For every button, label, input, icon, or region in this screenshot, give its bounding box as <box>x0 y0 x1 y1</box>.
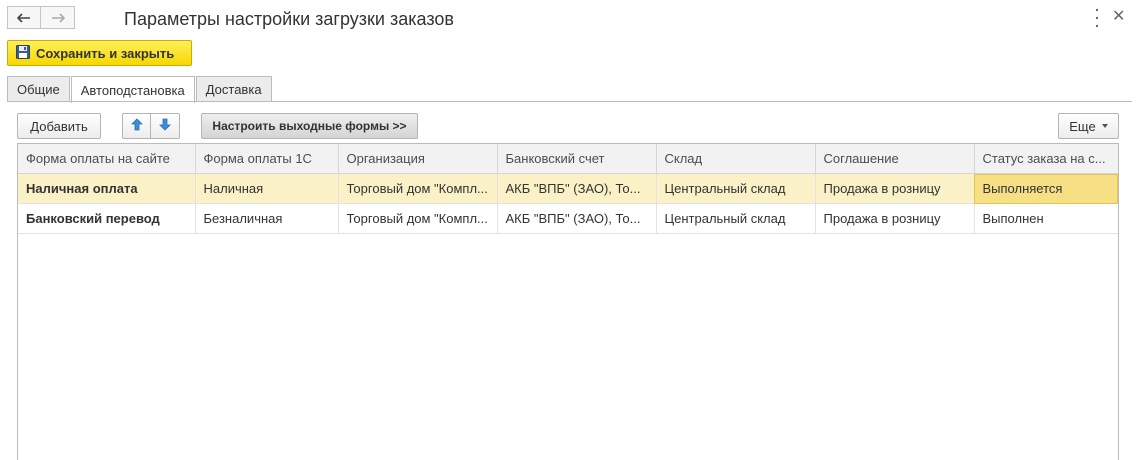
arrow-up-icon <box>130 118 143 134</box>
table-cell[interactable]: Наличная оплата <box>18 173 196 204</box>
table-cell[interactable]: Продажа в розницу <box>815 203 975 234</box>
add-button[interactable]: Добавить <box>17 113 101 139</box>
close-icon[interactable]: ✕ <box>1112 8 1125 26</box>
settings-table: Форма оплаты на сайте Форма оплаты 1С Ор… <box>17 143 1119 460</box>
table-row[interactable]: Банковский перевод Безналичная Торговый … <box>18 203 1118 234</box>
move-down-button[interactable] <box>150 113 180 139</box>
more-label: Еще <box>1069 118 1096 134</box>
chevron-down-icon <box>1101 124 1108 128</box>
table-cell[interactable]: Торговый дом "Компл... <box>338 203 498 234</box>
table-cell[interactable]: Выполнен <box>974 203 1118 234</box>
table-cell[interactable]: Наличная <box>195 173 339 204</box>
back-button[interactable] <box>7 6 41 29</box>
table-cell[interactable]: Банковский перевод <box>18 203 196 234</box>
column-header[interactable]: Организация <box>338 144 498 174</box>
column-header[interactable]: Соглашение <box>815 144 975 174</box>
column-header[interactable]: Форма оплаты 1С <box>195 144 339 174</box>
table-cell[interactable]: Центральный склад <box>656 203 816 234</box>
column-header[interactable]: Форма оплаты на сайте <box>18 144 196 174</box>
move-up-button[interactable] <box>122 113 151 139</box>
forward-button[interactable] <box>41 6 75 29</box>
tab-general[interactable]: Общие <box>7 76 70 102</box>
arrow-right-icon <box>51 12 65 23</box>
arrow-left-icon <box>17 12 31 23</box>
tab-divider <box>7 101 1132 102</box>
column-header[interactable]: Статус заказа на с... <box>974 144 1118 174</box>
tab-bar: Общие Автоподстановка Доставка <box>7 76 273 103</box>
table-cell[interactable]: Безналичная <box>195 203 339 234</box>
table-cell[interactable]: АКБ "ВПБ" (ЗАО), То... <box>497 173 657 204</box>
page-title: Параметры настройки загрузки заказов <box>124 9 454 29</box>
table-cell[interactable]: Торговый дом "Компл... <box>338 173 498 204</box>
arrow-down-icon <box>159 118 171 134</box>
navigation-buttons <box>7 6 75 29</box>
configure-output-forms-button[interactable]: Настроить выходные формы >> <box>201 113 418 139</box>
tab-autosubstitution[interactable]: Автоподстановка <box>70 76 195 103</box>
vertical-dots-icon[interactable] <box>1092 9 1102 27</box>
tab-delivery[interactable]: Доставка <box>195 76 272 102</box>
save-and-close-button[interactable]: Сохранить и закрыть <box>7 40 192 66</box>
table-cell[interactable]: Продажа в розницу <box>815 173 975 204</box>
table-header: Форма оплаты на сайте Форма оплаты 1С Ор… <box>18 144 1118 174</box>
table-cell[interactable]: Центральный склад <box>656 173 816 204</box>
column-header[interactable]: Склад <box>656 144 816 174</box>
floppy-disk-icon <box>16 44 30 62</box>
table-cell[interactable]: АКБ "ВПБ" (ЗАО), То... <box>497 203 657 234</box>
column-header[interactable]: Банковский счет <box>497 144 657 174</box>
more-menu-button[interactable]: Еще <box>1058 113 1119 139</box>
table-row[interactable]: Наличная оплата Наличная Торговый дом "К… <box>18 173 1118 204</box>
save-and-close-label: Сохранить и закрыть <box>36 45 175 61</box>
table-cell-focused[interactable]: Выполняется <box>974 173 1118 204</box>
